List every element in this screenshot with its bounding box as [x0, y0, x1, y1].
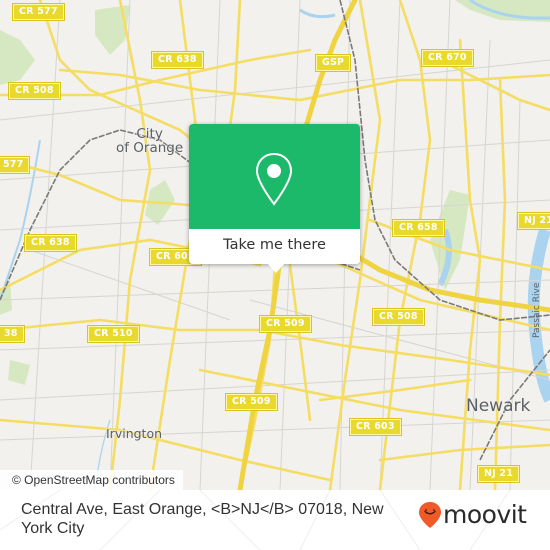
take-me-there-button[interactable]: Take me there: [189, 229, 360, 264]
road-shield-cr509: CR 509: [259, 315, 312, 333]
map[interactable]: CR 577 CR 638 GSP CR 670 CR 508 577 CR 6…: [0, 0, 550, 490]
place-label-irvington: Irvington: [106, 426, 163, 441]
road-shield-cr508-east: CR 508: [372, 308, 425, 326]
moovit-pin-smile-icon: [419, 502, 441, 528]
road-shield-cr577: CR 577: [12, 3, 65, 21]
road-shield-38: 38: [0, 325, 25, 343]
road-shield-cr658: CR 658: [392, 219, 445, 237]
address-text: Central Ave, East Orange, <B>NJ</B> 0701…: [21, 501, 384, 537]
road-shield-cr603: CR 603: [349, 418, 402, 436]
road-shield-gsp: GSP: [314, 54, 352, 72]
place-label-city-of-orange: City of Orange: [116, 126, 184, 156]
brand-name: moovit: [443, 500, 527, 529]
road-shield-cr508: CR 508: [8, 82, 61, 100]
road-shield-cr670: CR 670: [421, 49, 474, 67]
moovit-logo[interactable]: moovit: [418, 500, 527, 530]
road-shield-cr509-south: CR 509: [225, 393, 278, 411]
map-attribution[interactable]: © OpenStreetMap contributors: [0, 470, 183, 490]
place-label-passaic-river: Passaic Rive: [532, 282, 542, 338]
popup-pointer: [267, 263, 285, 273]
place-label-newark: Newark: [466, 396, 531, 416]
road-shield-cr638-west: CR 638: [24, 234, 77, 252]
location-popup: Take me there: [189, 124, 360, 273]
popup-header: [189, 124, 360, 229]
road-shield-577: 577: [0, 156, 31, 174]
road-shield-cr638: CR 638: [151, 51, 204, 69]
map-pin-icon: [255, 152, 293, 206]
road-shield-nj21-south: NJ 21: [476, 465, 521, 483]
road-shield-nj21: NJ 21: [516, 212, 550, 230]
road-shield-cr510: CR 510: [87, 325, 140, 343]
